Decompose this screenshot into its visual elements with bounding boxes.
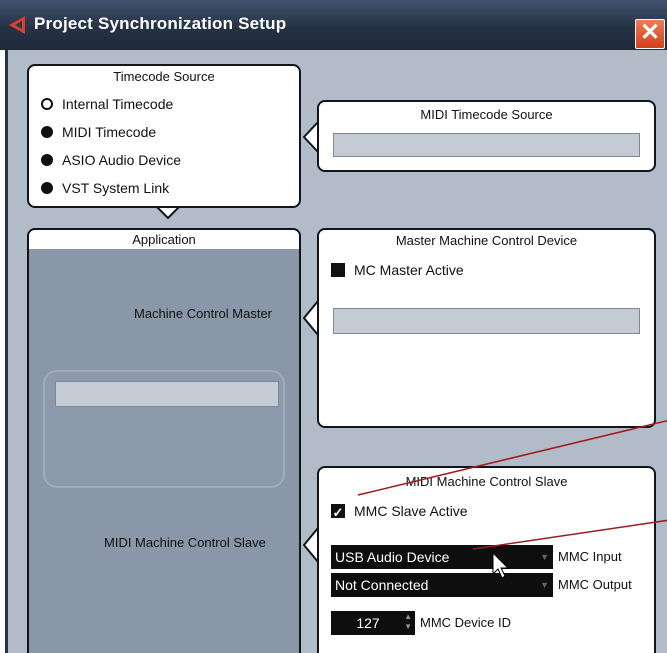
checkmark-icon: ✓ xyxy=(332,505,344,520)
window-title: Project Synchronization Setup xyxy=(34,14,287,33)
cubase-logo-icon xyxy=(9,16,25,34)
application-title: Application xyxy=(132,232,196,247)
radio-midi-timecode[interactable]: MIDI Timecode xyxy=(41,124,156,140)
mmc-output-dropdown[interactable]: Not Connected ▼ xyxy=(331,573,553,597)
mmc-device-id-value: 127 xyxy=(356,615,380,631)
radio-internal-timecode[interactable]: Internal Timecode xyxy=(41,96,173,112)
midi-timecode-source-title: MIDI Timecode Source xyxy=(420,107,553,122)
mmc-slave-title: MIDI Machine Control Slave xyxy=(405,474,568,489)
mmc-slave-active-checkbox[interactable]: ✓ xyxy=(331,504,345,520)
radio-asio-audio-device[interactable]: ASIO Audio Device xyxy=(41,152,181,168)
mmc-device-id-label: MMC Device ID xyxy=(420,615,512,630)
option-label: MIDI Timecode xyxy=(62,124,157,140)
application-inner-field[interactable] xyxy=(55,381,279,407)
mmc-input-label: MMC Input xyxy=(558,549,622,564)
mmc-slave-active-label: MMC Slave Active xyxy=(354,503,468,519)
machine-control-master-label: Machine Control Master xyxy=(134,306,272,321)
dropdown-arrow-icon: ▼ xyxy=(540,552,549,562)
mmc-output-label: MMC Output xyxy=(558,577,632,592)
midi-machine-control-slave-label: MIDI Machine Control Slave xyxy=(104,535,266,550)
mc-master-active-checkbox[interactable] xyxy=(331,263,345,277)
master-machine-control-panel: Master Machine Control Device MC Master … xyxy=(317,228,656,428)
timecode-source-title: Timecode Source xyxy=(113,69,215,84)
option-label: Internal Timecode xyxy=(62,96,174,112)
mmc-input-value: USB Audio Device xyxy=(335,549,450,565)
dialog-body: Timecode Source Internal Timecode MIDI T… xyxy=(5,50,667,653)
radio-selected-icon xyxy=(41,98,53,110)
application-panel: Application xyxy=(27,228,301,653)
mmc-device-id-stepper[interactable]: 127 ▲ ▼ xyxy=(331,611,415,635)
radio-icon xyxy=(41,182,53,194)
mmc-slave-panel: MIDI Machine Control Slave ✓ MMC Slave A… xyxy=(317,466,656,653)
option-label: ASIO Audio Device xyxy=(62,152,182,168)
sync-setup-window: Project Synchronization Setup ✕ Timecode… xyxy=(0,0,667,653)
midi-timecode-source-field[interactable] xyxy=(333,133,640,157)
title-bar: Project Synchronization Setup ✕ xyxy=(0,0,667,50)
dropdown-arrow-icon: ▼ xyxy=(540,580,549,590)
midi-timecode-source-panel: MIDI Timecode Source xyxy=(317,100,656,172)
application-inner-box xyxy=(43,370,285,488)
radio-icon xyxy=(41,126,53,138)
master-machine-control-title: Master Machine Control Device xyxy=(395,233,578,248)
option-label: VST System Link xyxy=(62,180,170,196)
mc-master-active-label: MC Master Active xyxy=(354,262,464,278)
mmc-input-dropdown[interactable]: USB Audio Device ▼ xyxy=(331,545,553,569)
stepper-arrows-icon[interactable]: ▲ ▼ xyxy=(404,612,412,632)
master-device-field[interactable] xyxy=(333,308,640,334)
radio-icon xyxy=(41,154,53,166)
close-button[interactable]: ✕ xyxy=(635,19,665,49)
radio-vst-system-link[interactable]: VST System Link xyxy=(41,180,169,196)
mmc-output-value: Not Connected xyxy=(335,577,429,593)
timecode-source-panel: Timecode Source Internal Timecode MIDI T… xyxy=(27,64,301,208)
